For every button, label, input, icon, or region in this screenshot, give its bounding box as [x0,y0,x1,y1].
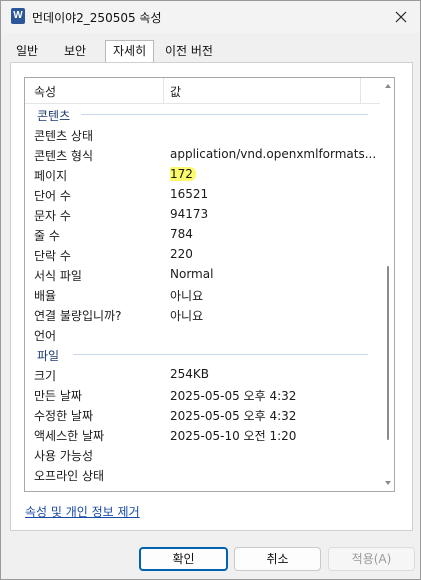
property-value: Normal [170,267,214,281]
vertical-scrollbar[interactable] [382,78,394,491]
property-row[interactable]: 콘텐츠 형식 application/vnd.openxmlformats... [25,144,380,164]
group-divider [73,354,368,355]
page-count-highlight: 172 [170,167,196,181]
tab-security[interactable]: 보안 [57,41,93,62]
property-name: 오프라인 상태 [34,469,105,483]
property-row[interactable]: 줄 수 784 [25,224,380,244]
property-row[interactable]: 콘텐츠 상태 [25,124,380,144]
property-row[interactable]: 사용 가능성 [25,444,380,464]
property-row[interactable]: 서식 파일 Normal [25,264,380,284]
column-header-value[interactable]: 값 [170,83,181,100]
property-value: 2025-05-10 오전 1:20 [170,429,297,443]
property-row[interactable]: 오프라인 상태 [25,464,380,484]
property-row[interactable]: 액세스한 날짜 2025-05-10 오전 1:20 [25,424,380,444]
group-header-content: 콘텐츠 [25,104,380,124]
scroll-up-arrow-icon[interactable] [385,84,391,88]
property-name: 만든 날짜 [34,389,82,403]
dialog-buttons: 확인 취소 적용(A) [1,547,420,571]
property-name: 수정한 날짜 [34,409,94,423]
property-name: 배율 [34,289,57,303]
property-name: 단락 수 [34,249,71,263]
property-value: 254KB [170,367,210,381]
title-bar[interactable]: W 먼데이야2_250505 속성 [1,1,420,33]
property-row[interactable]: 만든 날짜 2025-05-05 오후 4:32 [25,384,380,404]
details-panel: 속성 값 콘텐츠 콘텐츠 상태 콘텐츠 형식 application/vnd.o… [10,62,413,531]
property-row[interactable]: 페이지 172 [25,164,380,184]
group-label: 파일 [37,347,65,364]
column-divider[interactable] [360,78,361,103]
property-row[interactable]: 크기 254KB [25,364,380,384]
scrollbar-thumb[interactable] [387,266,389,440]
close-button[interactable] [388,5,414,29]
properties-dialog: W 먼데이야2_250505 속성 일반 보안 자세히 이전 버전 속성 값 콘… [0,0,421,580]
apply-button[interactable]: 적용(A) [328,547,415,571]
property-value: 아니요 [170,309,204,323]
property-value: 2025-05-05 오후 4:32 [170,409,297,423]
property-name: 콘텐츠 형식 [34,149,94,163]
property-value: 아니요 [170,289,204,303]
cancel-button[interactable]: 취소 [234,547,321,571]
ok-button[interactable]: 확인 [139,547,228,571]
tab-details[interactable]: 자세히 [105,40,155,63]
property-name: 페이지 [34,169,68,183]
property-value: 172 [170,167,196,181]
property-value: 220 [170,247,193,261]
word-document-icon: W [11,8,25,24]
property-value: 94173 [170,207,209,221]
window-title: 먼데이야2_250505 속성 [32,11,162,25]
group-header-file: 파일 [25,344,380,364]
property-name: 줄 수 [34,229,60,243]
property-name: 크기 [34,369,57,383]
column-header-property[interactable]: 속성 [34,83,56,100]
property-row[interactable]: 연결 불량입니까? 아니요 [25,304,380,324]
properties-list[interactable]: 속성 값 콘텐츠 콘텐츠 상태 콘텐츠 형식 application/vnd.o… [24,77,395,492]
property-name: 단어 수 [34,189,71,203]
property-name: 연결 불량입니까? [34,309,122,323]
property-row[interactable]: 배율 아니요 [25,284,380,304]
property-value: 2025-05-05 오후 4:32 [170,389,297,403]
column-divider[interactable] [163,78,164,103]
close-icon [395,11,407,23]
property-row[interactable]: 언어 [25,324,380,344]
property-name: 서식 파일 [34,269,82,283]
property-row[interactable]: 단락 수 220 [25,244,380,264]
property-rows: 콘텐츠 콘텐츠 상태 콘텐츠 형식 application/vnd.openxm… [25,104,380,484]
property-value: 16521 [170,187,209,201]
scroll-down-arrow-icon[interactable] [385,481,391,485]
property-value: 784 [170,227,193,241]
list-header: 속성 값 [25,78,380,104]
property-row[interactable]: 수정한 날짜 2025-05-05 오후 4:32 [25,404,380,424]
property-name: 사용 가능성 [34,449,94,463]
tab-general[interactable]: 일반 [9,41,45,62]
property-name: 콘텐츠 상태 [34,129,94,143]
property-value: application/vnd.openxmlformats... [170,147,377,161]
property-name: 문자 수 [34,209,71,223]
property-name: 언어 [34,329,57,343]
property-row[interactable]: 문자 수 94173 [25,204,380,224]
group-divider [81,114,368,115]
property-row[interactable]: 단어 수 16521 [25,184,380,204]
group-label: 콘텐츠 [37,107,76,124]
remove-properties-link[interactable]: 속성 및 개인 정보 제거 [25,503,140,520]
property-name: 액세스한 날짜 [34,429,105,443]
tab-previous-versions[interactable]: 이전 버전 [158,41,220,62]
